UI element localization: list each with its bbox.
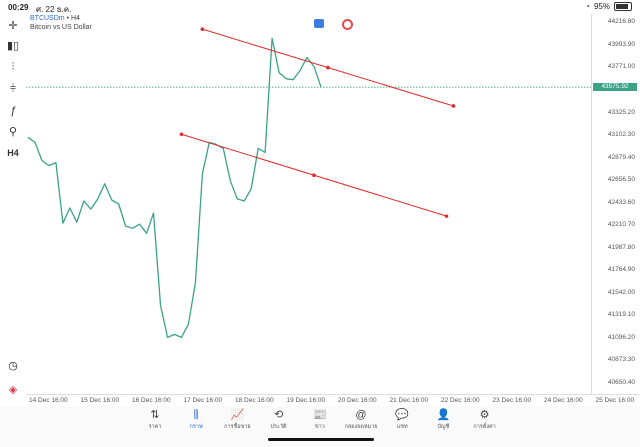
time-tick-label: 21 Dec 16:00 — [389, 397, 429, 404]
clock-icon[interactable]: ◷ — [4, 356, 22, 374]
price-tick-label: 43325.20 — [607, 108, 635, 116]
nav-label: แชท — [396, 424, 408, 430]
nav-label: ราคา — [148, 424, 162, 430]
nav-item-0[interactable]: ⇅ ราคา — [135, 408, 175, 431]
wifi-icon: ◔ — [585, 2, 590, 11]
price-tick-label: 43771.00 — [607, 63, 635, 71]
price-tick-label: 41542.00 — [607, 288, 635, 296]
price-tick-label: 42210.70 — [607, 221, 635, 229]
nav-label: กล่องจดหมาย — [344, 424, 378, 430]
left-toolbar: ✛ ▮▯ ⫶ ⫩ ƒ ⚲ H4 — [0, 14, 26, 404]
price-tick-label: 43993.90 — [607, 40, 635, 48]
trendline-2-handle[interactable] — [179, 132, 184, 137]
nav-item-7[interactable]: 👤 บัญชี — [423, 408, 463, 431]
nav-icon: ⫼ — [193, 409, 199, 421]
price-tick-label: 42433.60 — [607, 198, 635, 206]
nav-icon: ⇅ — [150, 409, 160, 421]
nav-item-4[interactable]: 📰 ข่าว — [300, 408, 340, 431]
time-tick-label: 22 Dec 16:00 — [441, 397, 480, 404]
nav-label: การตั้งค่า — [473, 424, 496, 430]
time-tick-label: 23 Dec 16:00 — [492, 397, 532, 404]
time-tick-label: 16 Dec 16:00 — [132, 397, 171, 404]
nav-item-6[interactable]: 💬 แชท — [382, 408, 422, 431]
price-tick-label: 44216.80 — [607, 18, 635, 26]
nav-icon: ⟲ — [273, 409, 284, 421]
price-tick-label: 42879.40 — [607, 153, 635, 161]
nav-label: กราฟ — [189, 424, 203, 430]
time-tick-label: 18 Dec 16:00 — [235, 397, 274, 404]
price-axis[interactable]: 44216.8043993.9043771.0043548.1043325.20… — [591, 14, 640, 394]
trendline-2-handle[interactable] — [312, 173, 316, 177]
price-tick-label: 40873.30 — [607, 356, 635, 364]
nav-label: การซื้อขาย — [224, 424, 251, 430]
time-tick-label: 14 Dec 16:00 — [29, 397, 68, 404]
nav-item-8[interactable]: ⚙ การตั้งค่า — [465, 408, 505, 431]
nav-label: ข่าว — [314, 424, 325, 430]
price-series-line — [27, 37, 322, 339]
candlestick-icon[interactable]: ▮▯ — [4, 36, 22, 54]
indicators-icon[interactable]: ⫶ — [4, 58, 22, 76]
price-tick-label: 41096.20 — [607, 333, 635, 341]
battery-percent: 95% — [593, 2, 610, 11]
time-tick-label: 19 Dec 16:00 — [286, 397, 326, 404]
nav-icon: ⚙ — [479, 409, 490, 421]
home-indicator — [268, 438, 374, 441]
price-tick-label: 41987.80 — [607, 243, 635, 251]
timeframe-button[interactable]: H4 — [4, 144, 22, 162]
objects-icon[interactable]: ⚲ — [4, 122, 22, 140]
one-click-trading-icon[interactable]: ◈ — [4, 380, 22, 398]
nav-icon: 💬 — [395, 409, 410, 421]
time-tick-label: 15 Dec 16:00 — [80, 397, 120, 404]
nav-icon: 📰 — [312, 409, 327, 421]
nav-item-3[interactable]: ⟲ ประวัติ — [259, 408, 299, 431]
nav-icon: 📈 — [230, 409, 245, 421]
nav-item-2[interactable]: 📈 การซื้อขาย — [217, 408, 257, 431]
price-tick-label: 42656.50 — [607, 176, 635, 184]
price-chart[interactable] — [26, 14, 591, 394]
current-price-label: 43575.92 — [593, 83, 637, 92]
nav-item-5[interactable]: @ กล่องจดหมาย — [341, 408, 381, 431]
trendline-1-handle[interactable] — [326, 65, 330, 70]
status-time: 00:29 — [8, 3, 29, 12]
price-tick-label: 40650.40 — [607, 378, 635, 386]
time-tick-label: 25 Dec 16:00 — [595, 397, 635, 404]
price-tick-label: 41319.10 — [607, 311, 635, 319]
trendline-1-handle[interactable] — [200, 27, 205, 31]
nav-label: บัญชี — [437, 424, 450, 430]
status-right: ◔ 95% — [585, 2, 632, 11]
battery-icon — [614, 2, 632, 11]
nav-icon: @ — [355, 409, 367, 421]
time-tick-label: 24 Dec 16:00 — [544, 397, 583, 404]
trendline-1-handle[interactable] — [451, 104, 456, 108]
time-tick-label: 17 Dec 16:00 — [183, 397, 223, 404]
price-tick-label: 41764.90 — [607, 266, 635, 274]
sliders-icon[interactable]: ⫩ — [4, 80, 22, 98]
status-bar: 00:29 ศ. 22 ธ.ค. ◔ 95% — [0, 0, 640, 14]
function-icon[interactable]: ƒ — [4, 102, 22, 120]
time-tick-label: 20 Dec 16:00 — [338, 397, 377, 404]
trendline-2-handle[interactable] — [444, 214, 449, 218]
price-tick-label: 43102.30 — [607, 131, 635, 139]
nav-label: ประวัติ — [270, 424, 287, 430]
crosshair-icon[interactable]: ✛ — [4, 16, 22, 34]
nav-icon: 👤 — [436, 409, 451, 421]
nav-item-1[interactable]: ⫼ กราฟ — [176, 408, 216, 431]
